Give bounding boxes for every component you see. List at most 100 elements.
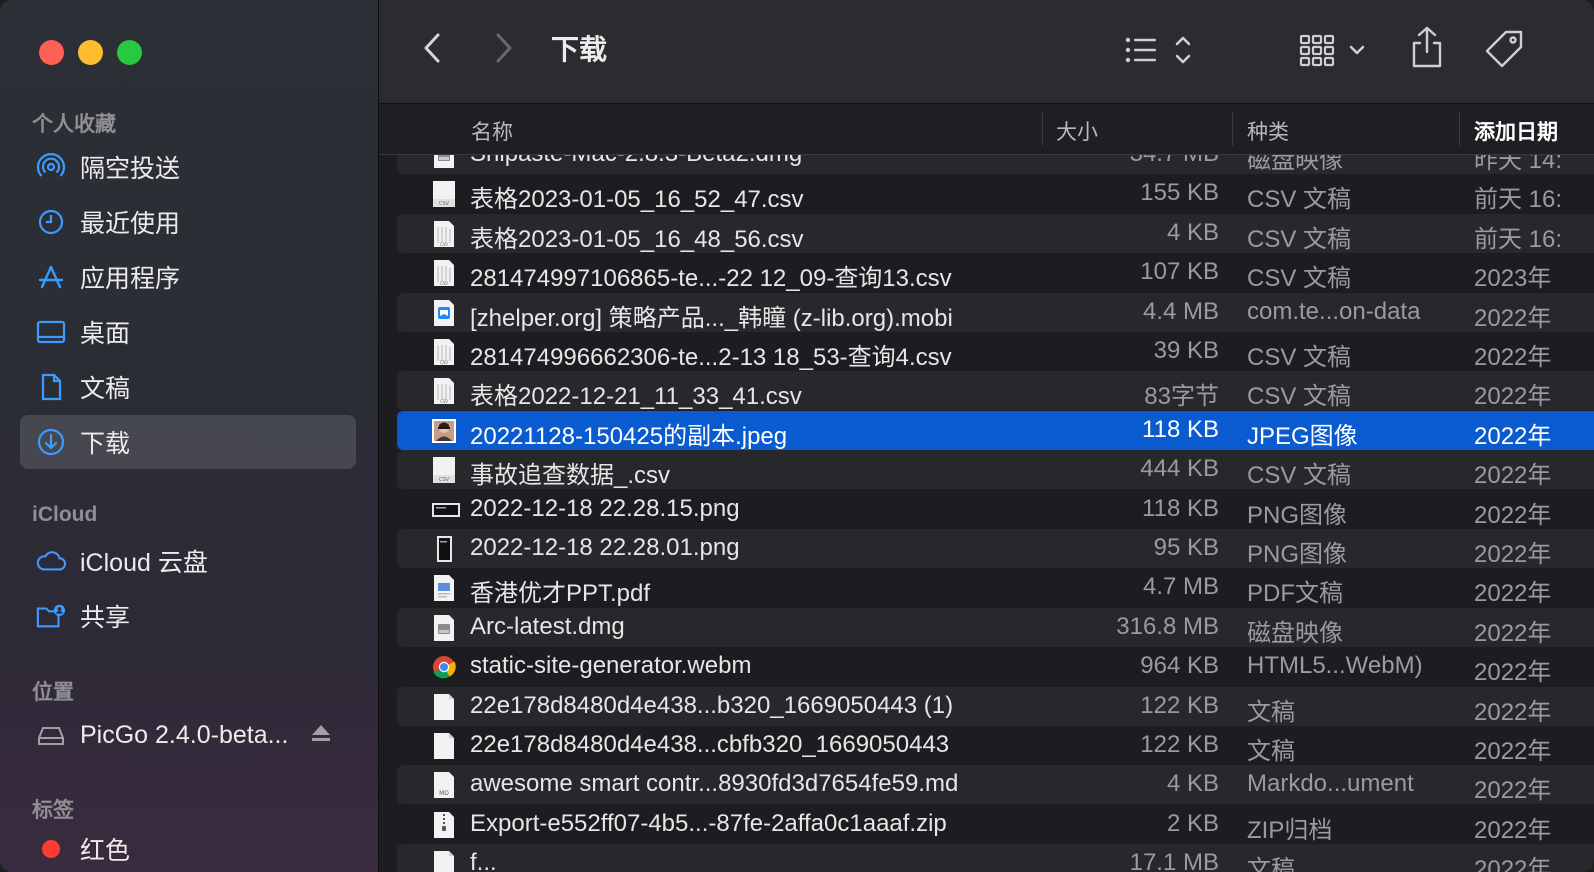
column-divider[interactable] xyxy=(1042,112,1043,146)
blank-file-icon xyxy=(431,732,457,760)
sidebar-item-label: 桌面 xyxy=(80,320,131,348)
file-date-added: 2022年 xyxy=(1474,817,1552,844)
file-row[interactable]: 香港优才PPT.pdf 4.7 MB PDF文稿 2022年 xyxy=(397,568,1594,607)
drive-icon xyxy=(36,720,66,750)
file-name: Arc-latest.dmg xyxy=(470,613,625,640)
forward-button[interactable] xyxy=(489,30,519,70)
share-button[interactable] xyxy=(1409,26,1445,72)
finder-window: 个人收藏 隔空投送 最近使用 应用程序 桌面 文稿 下载 iCloud iClo… xyxy=(0,0,1594,872)
file-date-added: 2022年 xyxy=(1474,699,1552,726)
file-name: 2022-12-18 22.28.15.png xyxy=(470,495,740,522)
file-kind: 磁盘映像 xyxy=(1247,620,1343,647)
file-row[interactable]: Export-e552ff07-4b5...-87fe-2affa0c1aaaf… xyxy=(397,805,1594,844)
group-button[interactable] xyxy=(1297,32,1371,72)
file-row[interactable]: f... 17.1 MB 文稿 2022年 xyxy=(397,844,1594,872)
svg-text:CSV: CSV xyxy=(440,399,448,404)
file-kind: 文稿 xyxy=(1247,738,1295,765)
file-row[interactable]: 22e178d8480d4e438...b320_1669050443 (1) 1… xyxy=(397,687,1594,726)
csv-lines-file-icon: CSV xyxy=(431,338,457,366)
sidebar-item-picgo-volume[interactable]: PicGo 2.4.0-beta... xyxy=(20,708,356,762)
file-row[interactable]: MD awesome smart contr...8930fd3d7654fe59… xyxy=(397,765,1594,804)
file-size: 34.7 MB xyxy=(1130,155,1219,168)
file-date-added: 2022年 xyxy=(1474,502,1552,529)
minimize-window-button[interactable] xyxy=(78,40,103,65)
eject-icon[interactable] xyxy=(310,722,332,749)
file-size: 122 KB xyxy=(1140,731,1219,758)
file-row[interactable]: Arc-latest.dmg 316.8 MB 磁盘映像 2022年 xyxy=(397,608,1594,647)
window-title: 下载 xyxy=(551,34,608,65)
file-row[interactable]: CSV 表格2022-12-21_11_33_41.csv 83字节 CSV 文稿 20… xyxy=(397,371,1594,410)
file-name: 事故追查数据_.csv xyxy=(470,462,671,489)
file-name: static-site-generator.webm xyxy=(470,652,752,679)
column-name[interactable]: 名称 xyxy=(471,116,513,146)
column-divider[interactable] xyxy=(1232,112,1233,146)
sidebar-item-applications[interactable]: 应用程序 xyxy=(20,250,356,304)
toolbar: 下载 xyxy=(379,0,1594,104)
file-row[interactable]: static-site-generator.webm 964 KB HTML5...… xyxy=(397,647,1594,686)
file-row[interactable]: Snipaste-Mac-2.8.3-Beta2.dmg 34.7 MB 磁盘映像 昨… xyxy=(397,155,1594,174)
file-row[interactable]: [zhelper.org] 策略产品..._韩瞳 (z-lib.org).mob… xyxy=(397,293,1594,332)
file-name: 22e178d8480d4e438...b320_1669050443 (1) xyxy=(470,692,954,719)
column-divider[interactable] xyxy=(1459,112,1460,146)
column-kind[interactable]: 种类 xyxy=(1247,116,1289,146)
zoom-window-button[interactable] xyxy=(117,40,142,65)
file-size: 118 KB xyxy=(1142,416,1219,443)
file-name: 香港优才PPT.pdf xyxy=(470,580,651,607)
applications-icon xyxy=(36,262,66,292)
file-date-added: 2022年 xyxy=(1474,659,1552,686)
file-name: 281474996662306-te...2-13 18_53-查询4.csv xyxy=(470,344,952,371)
file-row[interactable]: CSV 表格2023-01-05_16_52_47.csv 155 KB CSV 文稿… xyxy=(397,174,1594,213)
sidebar-item-desktop[interactable]: 桌面 xyxy=(20,305,356,359)
file-name: 表格2023-01-05_16_48_56.csv xyxy=(470,226,804,253)
file-size: 155 KB xyxy=(1140,179,1219,206)
file-row[interactable]: CSV 事故追查数据_.csv 444 KB CSV 文稿 2022年 xyxy=(397,450,1594,489)
file-row[interactable]: CSV 281474996662306-te...2-13 18_53-查询4.c… xyxy=(397,332,1594,371)
document-icon xyxy=(36,372,66,402)
file-name: Export-e552ff07-4b5...-87fe-2affa0c1aaaf… xyxy=(470,810,947,837)
file-name: 20221128-150425的副本.jpeg xyxy=(470,423,788,450)
back-button[interactable] xyxy=(417,30,447,70)
file-size: 316.8 MB xyxy=(1116,613,1219,640)
file-size: 118 KB xyxy=(1142,495,1219,522)
sidebar-item-downloads[interactable]: 下载 xyxy=(20,415,356,469)
file-name: 表格2023-01-05_16_52_47.csv xyxy=(470,186,804,213)
file-date-added: 2022年 xyxy=(1474,856,1552,872)
file-row[interactable]: 2022-12-18 22.28.15.png 118 KB PNG图像 2022年 xyxy=(397,490,1594,529)
file-date-added: 昨天 14: xyxy=(1474,155,1563,174)
file-name: 22e178d8480d4e438...cbfb320_1669050443 xyxy=(470,731,950,758)
file-row[interactable]: CSV 表格2023-01-05_16_48_56.csv 4 KB CSV 文稿 前天… xyxy=(397,214,1594,253)
close-window-button[interactable] xyxy=(39,40,64,65)
desktop-icon xyxy=(36,317,66,347)
svg-text:MD: MD xyxy=(439,790,449,797)
file-date-added: 前天 16: xyxy=(1474,186,1563,213)
blank-file-icon xyxy=(431,850,457,872)
view-options-button[interactable] xyxy=(1121,32,1195,72)
column-date-added[interactable]: 添加日期 xyxy=(1474,116,1558,146)
sidebar: 个人收藏 隔空投送 最近使用 应用程序 桌面 文稿 下载 iCloud iClo… xyxy=(0,0,379,872)
sidebar-item-icloud-drive[interactable]: iCloud 云盘 xyxy=(20,534,356,588)
column-size[interactable]: 大小 xyxy=(1056,116,1098,146)
file-name: 281474997106865-te...-22 12_09-查询13.csv xyxy=(470,265,952,292)
file-date-added: 2022年 xyxy=(1474,620,1552,647)
file-row[interactable]: CSV 281474997106865-te...-22 12_09-查询13.c… xyxy=(397,253,1594,292)
file-row[interactable]: 22e178d8480d4e438...cbfb320_1669050443 12… xyxy=(397,726,1594,765)
file-kind: com.te...on-data xyxy=(1247,298,1421,325)
sidebar-item-recents[interactable]: 最近使用 xyxy=(20,195,356,249)
mobi-file-icon xyxy=(431,299,457,327)
file-list: Snipaste-Mac-2.8.3-Beta2.dmg 34.7 MB 磁盘映像 昨… xyxy=(379,155,1594,872)
png-wide-file-icon xyxy=(431,496,460,524)
sidebar-item-shared[interactable]: 共享 xyxy=(20,589,356,643)
file-date-added: 2022年 xyxy=(1474,777,1552,804)
list-view-icon xyxy=(1122,32,1194,73)
sidebar-item-label: 文稿 xyxy=(80,375,131,403)
sidebar-item-airdrop[interactable]: 隔空投送 xyxy=(20,140,356,194)
file-kind: 文稿 xyxy=(1247,856,1295,872)
file-row[interactable]: 2022-12-18 22.28.01.png 95 KB PNG图像 2022年 xyxy=(397,529,1594,568)
sidebar-item-tag-red[interactable]: 红色 xyxy=(20,822,356,872)
file-kind: CSV 文稿 xyxy=(1247,462,1352,489)
file-size: 964 KB xyxy=(1140,652,1219,679)
file-row[interactable]: 20221128-150425的副本.jpeg 118 KB JPEG图像 2022年 xyxy=(397,411,1594,450)
blank-file-icon xyxy=(431,693,457,721)
sidebar-item-documents[interactable]: 文稿 xyxy=(20,360,356,414)
tag-button[interactable] xyxy=(1483,30,1525,72)
